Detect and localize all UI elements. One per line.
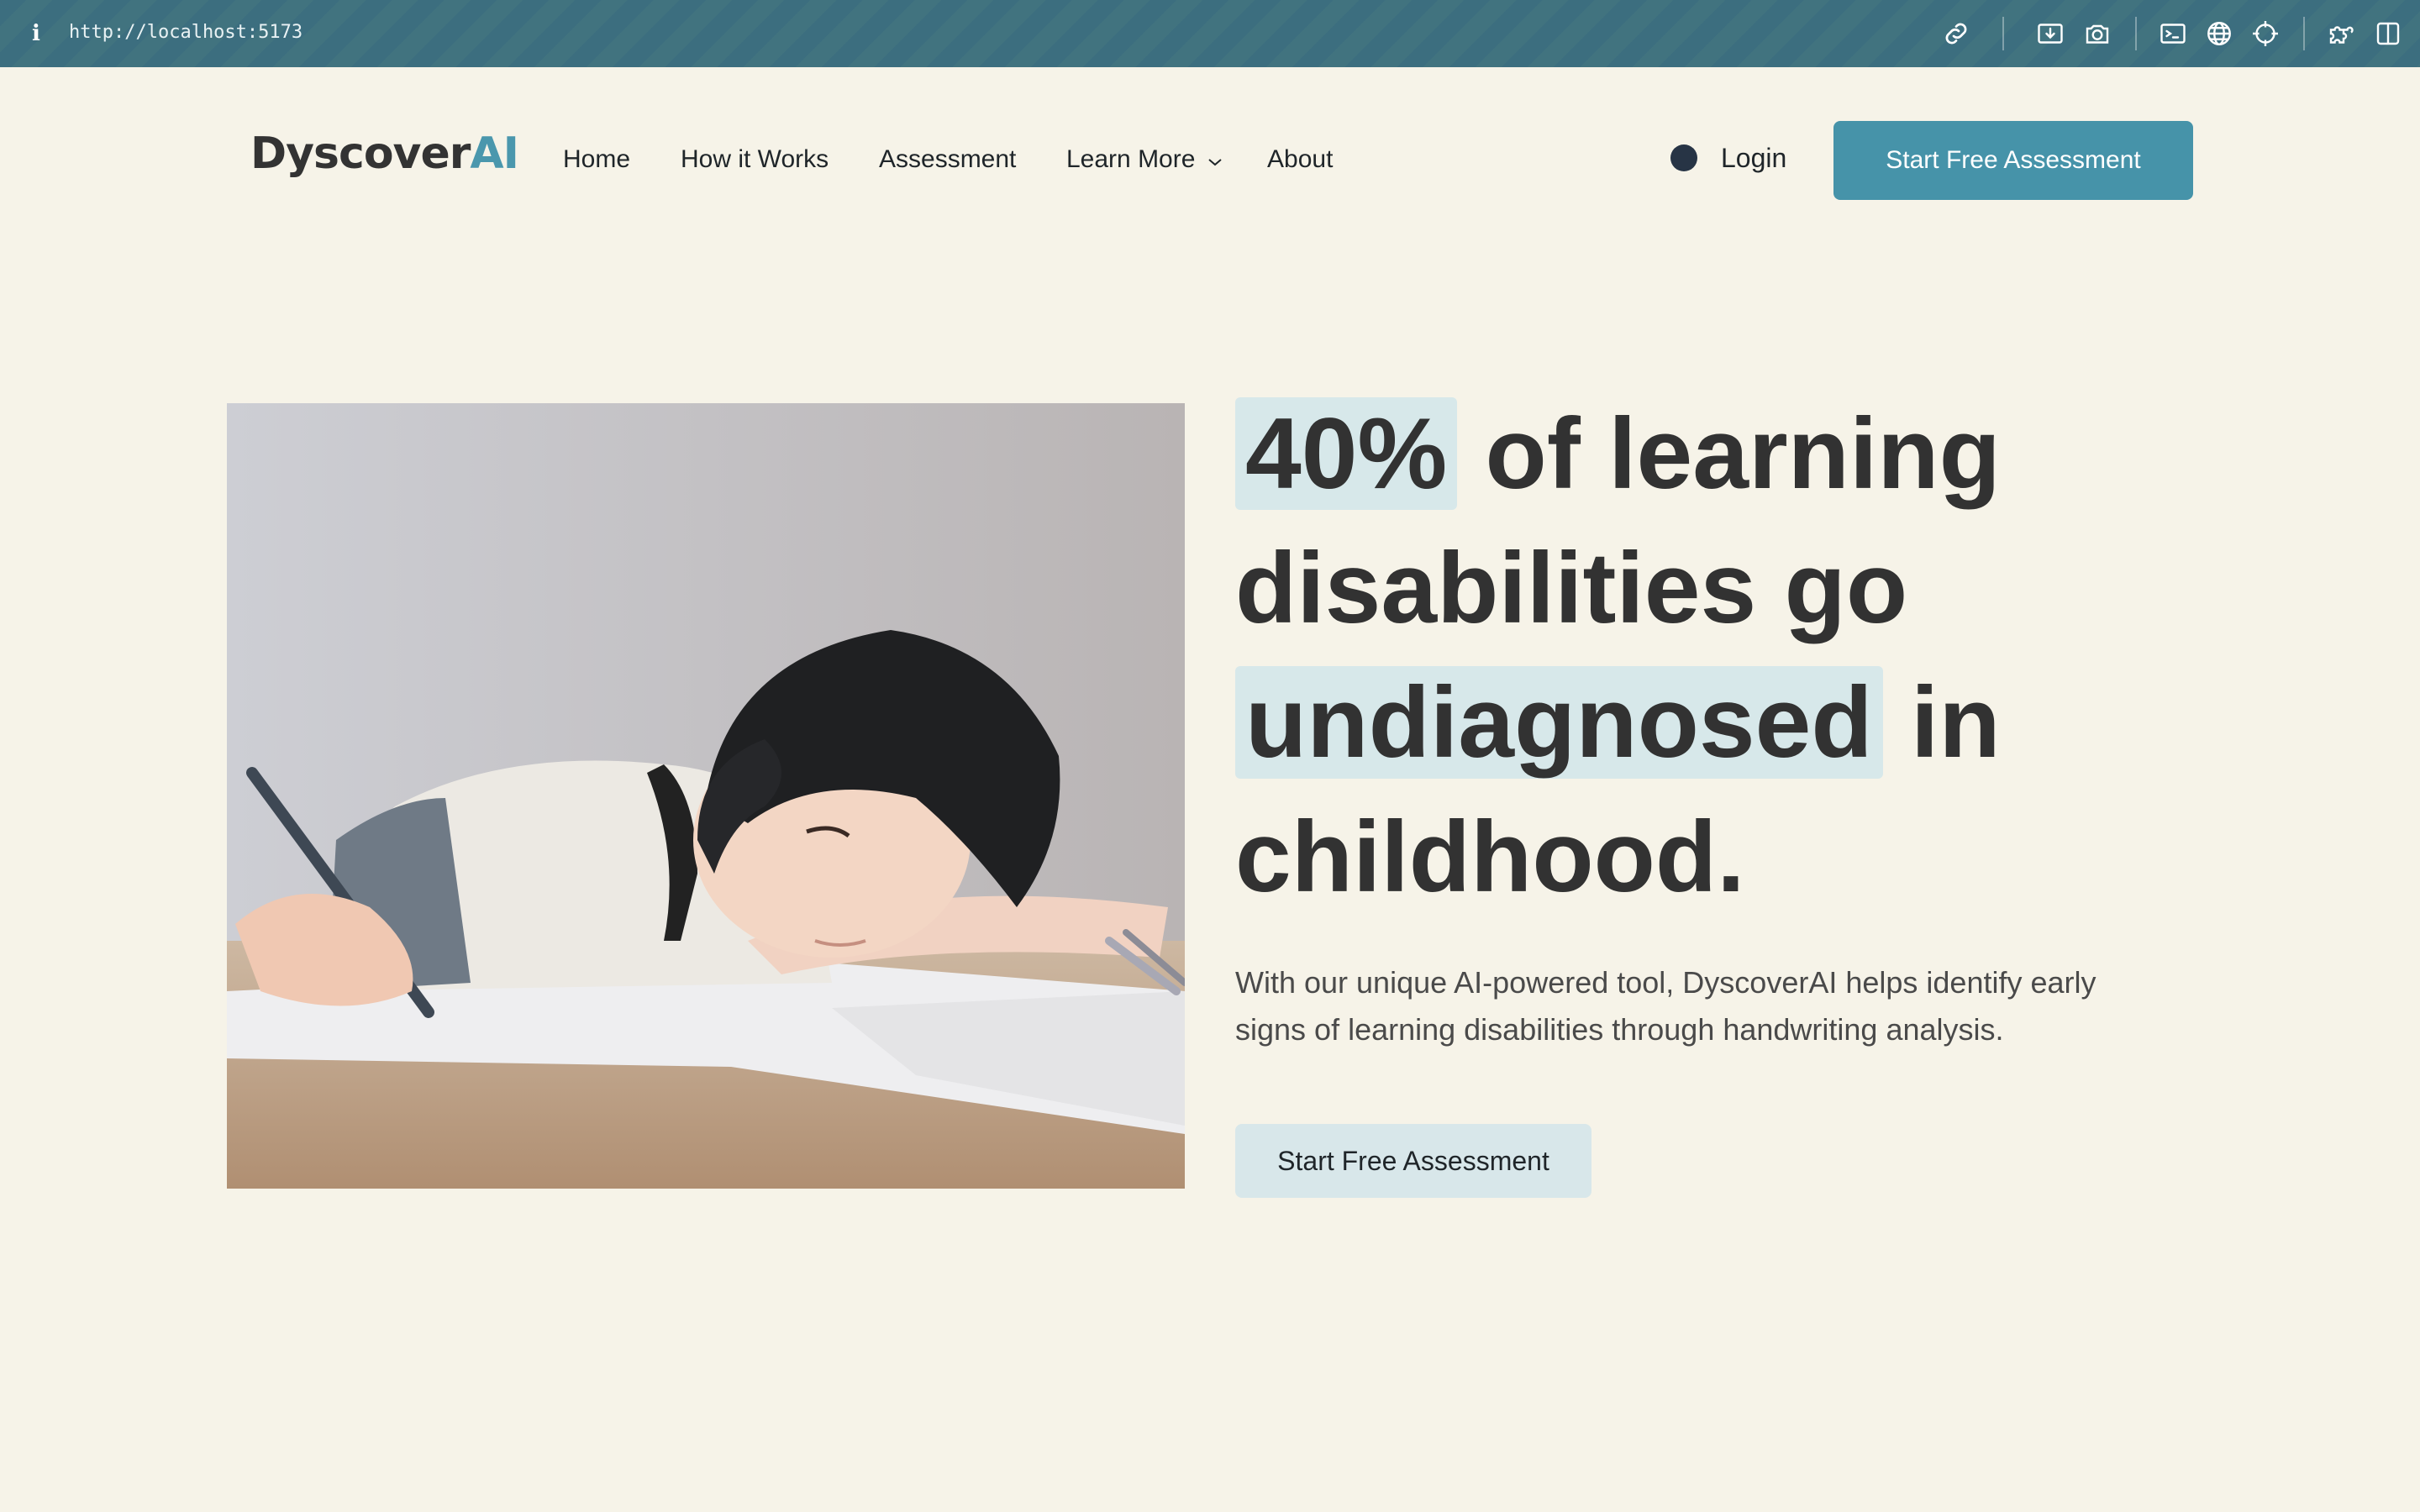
toolbar-divider: [2135, 17, 2137, 50]
toolbar-divider: [2002, 17, 2004, 50]
headline-text: of learning: [1457, 397, 2001, 510]
logo-text-accent: AI: [470, 129, 519, 179]
chevron-down-icon: [1207, 144, 1223, 177]
headline-text: in: [1882, 666, 2001, 779]
hero-image: [227, 403, 1185, 1189]
address-bar-url[interactable]: http://localhost:5173: [69, 22, 302, 43]
headline-highlight-undiagnosed: undiagnosed: [1235, 666, 1883, 779]
nav-learn-more-label: Learn More: [1066, 145, 1196, 173]
hero-headline: 40% of learning disabilities go undiagno…: [1235, 386, 2227, 924]
camera-icon[interactable]: [2082, 18, 2112, 49]
logo-text-main: Dyscover: [250, 129, 471, 179]
headline-line-4: childhood.: [1235, 801, 1745, 913]
start-free-assessment-button[interactable]: Start Free Assessment: [1833, 121, 2193, 200]
headline-line-3: undiagnosed in: [1235, 655, 2227, 790]
theme-toggle-icon[interactable]: [1670, 144, 1697, 171]
nav-about[interactable]: About: [1267, 143, 1333, 176]
headline-line-2: disabilities go: [1235, 532, 1908, 644]
sidebar-icon[interactable]: [2373, 18, 2403, 49]
globe-icon[interactable]: [2204, 18, 2234, 49]
extensions-icon[interactable]: [2326, 18, 2356, 49]
info-icon[interactable]: i: [30, 20, 42, 47]
login-link[interactable]: Login: [1721, 141, 1786, 175]
nav-home[interactable]: Home: [563, 143, 630, 176]
link-icon[interactable]: [1941, 18, 1971, 49]
download-icon[interactable]: [2035, 18, 2065, 49]
headline-highlight-stat: 40%: [1235, 397, 1458, 510]
headline-line-1: 40% of learning: [1235, 386, 2227, 521]
crosshair-icon[interactable]: [2250, 18, 2281, 49]
nav-assessment[interactable]: Assessment: [879, 143, 1016, 176]
hero-start-assessment-button[interactable]: Start Free Assessment: [1235, 1124, 1591, 1198]
terminal-icon[interactable]: [2158, 18, 2188, 49]
browser-toolbar: i http://localhost:5173: [0, 0, 2420, 67]
nav-how-it-works[interactable]: How it Works: [681, 143, 829, 176]
nav-learn-more[interactable]: Learn More: [1066, 143, 1223, 177]
toolbar-divider: [2303, 17, 2305, 50]
site-logo[interactable]: DyscoverAI: [250, 126, 519, 181]
hero-description: With our unique AI-powered tool, Dyscove…: [1235, 965, 2096, 1047]
